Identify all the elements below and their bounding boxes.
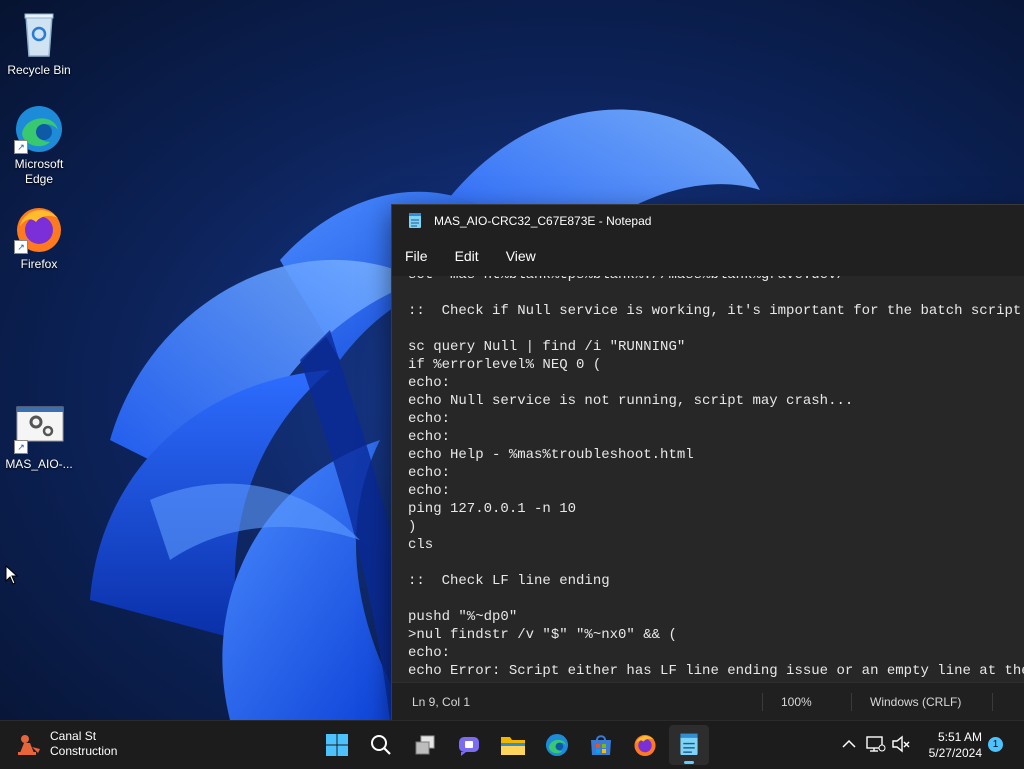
traffic-cone-icon <box>18 735 40 755</box>
notepad-taskbar-button[interactable] <box>669 725 709 765</box>
notification-badge[interactable]: 1 <box>988 737 1003 752</box>
cursor-position: Ln 9, Col 1 <box>412 695 471 709</box>
text-line: echo Error: Script either has LF line en… <box>408 663 1024 679</box>
desktop-icon-edge[interactable]: ↗ Microsoft Edge <box>4 104 74 187</box>
windows-logo-icon <box>326 734 348 756</box>
menu-file[interactable]: File <box>405 248 428 264</box>
weather-widget[interactable]: Canal St Construction <box>16 729 117 759</box>
text-line: set "mas=ht%blank%tps%blank%://mass%blan… <box>408 276 1024 284</box>
notepad-icon <box>409 213 421 228</box>
text-line <box>408 284 1024 302</box>
status-divider <box>851 693 852 711</box>
notepad-window[interactable]: MAS_AIO-CRC32_C67E873E - Notepad File Ed… <box>391 204 1024 722</box>
clock[interactable]: 5:51 AM 5/27/2024 <box>920 729 982 761</box>
taskbar: Canal St Construction 5:51 AM 5/27/2024 … <box>0 720 1024 769</box>
network-icon <box>866 736 886 752</box>
shortcut-arrow-icon: ↗ <box>14 440 28 454</box>
text-line: if %errorlevel% NEQ 0 ( <box>408 357 602 373</box>
text-line <box>408 590 1024 608</box>
zoom-level: 100% <box>781 695 812 709</box>
network-status[interactable] <box>865 733 887 755</box>
folder-icon <box>501 737 525 755</box>
editor-text: set "mas=ht%blank%tps%blank%://mass%blan… <box>408 276 1024 680</box>
text-line: echo: <box>408 483 451 499</box>
batch-file-icon: ↗ <box>14 404 64 454</box>
shortcut-arrow-icon: ↗ <box>14 140 28 154</box>
chat-button[interactable] <box>449 725 489 765</box>
text-line: echo: <box>408 465 451 481</box>
recycle-bin-icon <box>14 10 64 60</box>
task-view-button[interactable] <box>405 725 445 765</box>
firefox-taskbar-button[interactable] <box>625 725 665 765</box>
active-app-indicator <box>684 761 694 764</box>
menu-view[interactable]: View <box>506 248 536 264</box>
volume-muted-icon <box>892 735 910 753</box>
text-line: echo: <box>408 429 451 445</box>
show-hidden-icons-button[interactable] <box>838 733 860 755</box>
store-button[interactable] <box>581 725 621 765</box>
text-line: ) <box>408 519 417 535</box>
text-line: echo: <box>408 645 451 661</box>
text-line: pushd "%~dp0" <box>408 609 518 625</box>
desktop-icon-label: MAS_AIO-... <box>5 457 73 471</box>
notepad-icon <box>680 733 698 755</box>
text-line: echo Null service is not running, script… <box>408 393 854 409</box>
desktop-icon-recycle-bin[interactable]: Recycle Bin <box>4 10 74 78</box>
text-line: sc query Null | find /i "RUNNING" <box>408 339 686 355</box>
text-line: >nul findstr /v "$" "%~nx0" && ( <box>408 627 677 643</box>
desktop-icon-label: Firefox <box>20 257 58 271</box>
mouse-cursor-icon <box>5 564 19 590</box>
edge-icon: ↗ <box>14 104 64 154</box>
firefox-icon: ↗ <box>14 204 64 254</box>
file-explorer-button[interactable] <box>493 725 533 765</box>
text-line: ping 127.0.0.1 -n 10 <box>408 501 577 517</box>
weather-subtitle: Construction <box>50 744 118 758</box>
desktop-icon-firefox[interactable]: ↗ Firefox <box>4 204 74 272</box>
text-line <box>408 554 1024 572</box>
status-bar: Ln 9, Col 1 100% Windows (CRLF) <box>392 682 1024 721</box>
edge-icon <box>545 733 569 757</box>
desktop-icon-label: Recycle Bin <box>7 63 71 77</box>
text-line: echo: <box>408 411 451 427</box>
window-title: MAS_AIO-CRC32_C67E873E - Notepad <box>434 214 652 228</box>
text-line: :: Check LF line ending <box>408 573 610 589</box>
start-button[interactable] <box>317 725 357 765</box>
edge-taskbar-button[interactable] <box>537 725 577 765</box>
status-divider <box>762 693 763 711</box>
text-line: :: Check if Null service is working, it'… <box>408 303 1022 319</box>
text-line: echo: <box>408 375 451 391</box>
shortcut-arrow-icon: ↗ <box>14 240 28 254</box>
chevron-up-icon <box>842 739 856 748</box>
chat-icon <box>459 737 479 756</box>
line-ending: Windows (CRLF) <box>870 695 962 709</box>
weather-title: Canal St <box>50 729 97 743</box>
status-divider <box>992 693 993 711</box>
search-icon <box>371 735 391 755</box>
clock-time: 5:51 AM <box>937 730 982 744</box>
menu-edit[interactable]: Edit <box>455 248 479 264</box>
desktop-icon-mas-aio[interactable]: ↗ MAS_AIO-... <box>4 404 74 472</box>
desktop-icon-label: Microsoft Edge <box>14 157 64 186</box>
task-view-icon <box>415 735 435 755</box>
volume-status[interactable] <box>890 733 912 755</box>
clock-date: 5/27/2024 <box>928 746 982 760</box>
text-line: echo Help - %mas%troubleshoot.html <box>408 447 694 463</box>
notepad-title-bar[interactable]: MAS_AIO-CRC32_C67E873E - Notepad <box>392 205 1024 237</box>
text-line <box>408 320 1024 338</box>
search-button[interactable] <box>361 725 401 765</box>
text-editor[interactable]: set "mas=ht%blank%tps%blank%://mass%blan… <box>392 276 1024 682</box>
firefox-icon <box>634 734 656 757</box>
text-line: cls <box>408 537 434 553</box>
store-icon <box>591 735 611 755</box>
menu-bar: File Edit View <box>392 237 1024 275</box>
